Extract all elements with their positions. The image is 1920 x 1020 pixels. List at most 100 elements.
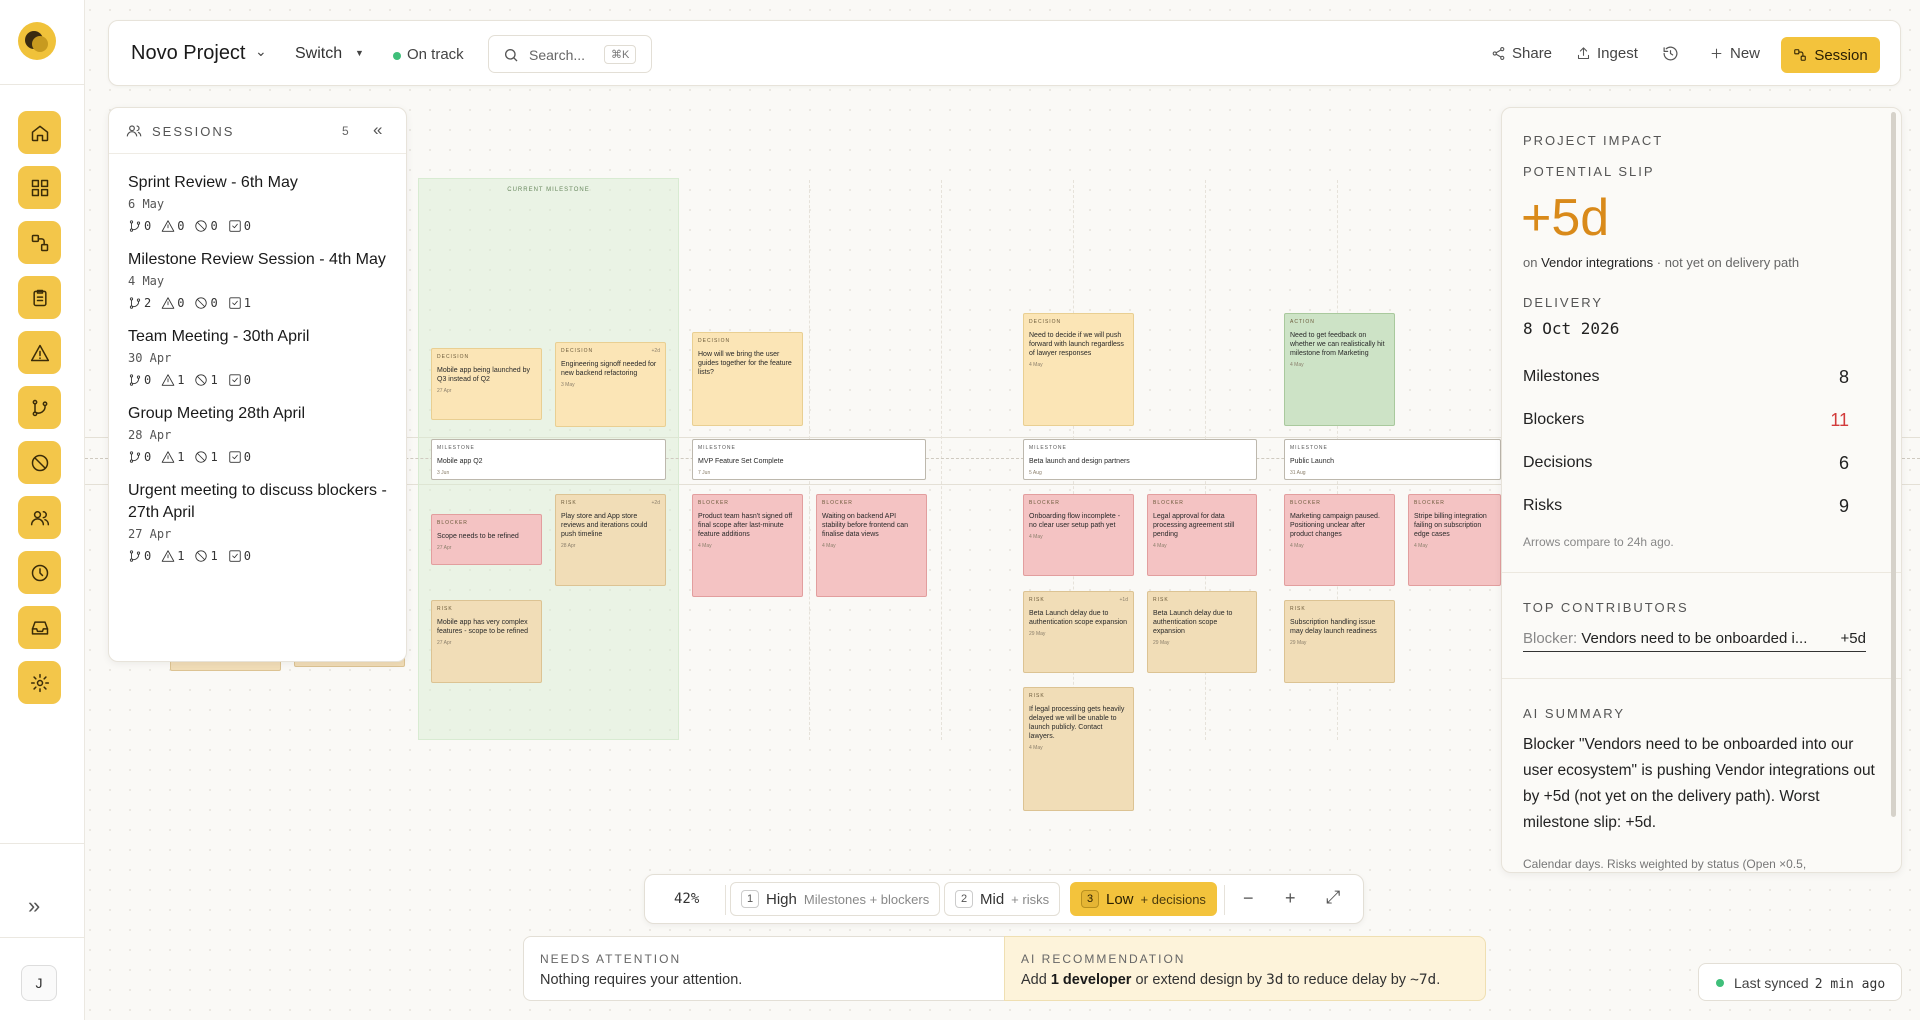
card-tag: RISK — [1029, 597, 1045, 603]
risk-card[interactable]: +1d RISK Beta Launch delay due to authen… — [1023, 591, 1134, 673]
search-shortcut: ⌘K — [604, 45, 637, 64]
share-button[interactable]: Share — [1491, 45, 1552, 62]
blocker-card[interactable]: BLOCKER Legal approval for data processi… — [1147, 494, 1257, 576]
session-item[interactable]: Sprint Review - 6th May 6 May 0 0 0 0 — [128, 172, 398, 233]
stat-risks[interactable]: Risks 9 — [1523, 496, 1849, 516]
rec-highlight: 3d — [1266, 972, 1284, 988]
milestone-card[interactable]: MILESTONE MVP Feature Set Complete 7 Jun — [692, 439, 926, 480]
people-icon[interactable] — [18, 496, 61, 539]
decision-card[interactable]: DECISION Mobile app being launched by Q3… — [431, 348, 542, 420]
blocker-card[interactable]: BLOCKER Waiting on backend API stability… — [816, 494, 927, 597]
risk-card[interactable]: +2d RISK Play store and App store review… — [555, 494, 666, 586]
card-date: 7 Jun — [698, 470, 711, 476]
card-text: Beta Launch delay due to authentication … — [1153, 610, 1233, 635]
left-rail: » J — [0, 0, 85, 1020]
card-date: 27 Apr — [437, 545, 452, 551]
history-icon[interactable] — [18, 551, 61, 594]
app-logo[interactable] — [18, 22, 56, 60]
rec-part: . — [1436, 972, 1441, 988]
ingest-button[interactable]: Ingest — [1576, 45, 1638, 62]
zoom-out-icon[interactable]: − — [1243, 888, 1254, 909]
card-tag: BLOCKER — [437, 520, 468, 526]
caret-down-icon[interactable]: ▼ — [355, 48, 364, 58]
rec-highlight: ~7d — [1410, 972, 1437, 988]
blocker-card[interactable]: BLOCKER Onboarding flow incomplete - no … — [1023, 494, 1134, 576]
new-label: New — [1730, 45, 1761, 62]
fit-view-icon[interactable]: ⤢ — [1326, 887, 1340, 908]
top-contributor[interactable]: Blocker: Vendors need to be onboarded i.… — [1523, 630, 1866, 652]
zoom-percent: 42% — [674, 891, 700, 907]
slip-target-name[interactable]: Vendor integrations — [1541, 255, 1653, 270]
zoom-in-icon[interactable]: + — [1285, 888, 1296, 909]
sessions-header: SESSIONS 5 « — [109, 108, 406, 154]
card-delta: +2d — [651, 348, 660, 354]
session-name: Milestone Review Session - 4th May — [128, 251, 386, 268]
action-card[interactable]: ACTION Need to get feedback on whether w… — [1284, 313, 1395, 426]
risk-card[interactable]: RISK Subscription handling issue may del… — [1284, 600, 1395, 683]
blocker-card[interactable]: BLOCKER Product team hasn't signed off f… — [692, 494, 803, 597]
search-box[interactable]: Search... ⌘K — [488, 35, 652, 73]
card-date: 3 May — [561, 382, 575, 388]
session-item[interactable]: Milestone Review Session - 4th May 4 May… — [128, 249, 398, 310]
risk-card[interactable]: RISK Beta Launch delay due to authentica… — [1147, 591, 1257, 673]
session-item[interactable]: Urgent meeting to discuss blockers - 27t… — [128, 480, 398, 563]
home-icon[interactable] — [18, 111, 61, 154]
decision-card[interactable]: +2d DECISION Engineering signoff needed … — [555, 342, 666, 427]
impact-scrollbar[interactable] — [1891, 112, 1896, 817]
search-placeholder[interactable]: Search... — [529, 47, 585, 63]
sessions-panel: SESSIONS 5 « Sprint Review - 6th May 6 M… — [108, 107, 407, 662]
risk-card[interactable]: RISK If legal processing gets heavily de… — [1023, 687, 1134, 811]
card-date: 3 Jun — [437, 470, 450, 476]
blocker-card[interactable]: BLOCKER Scope needs to be refined 27 Apr — [431, 514, 542, 565]
expand-sidebar-icon[interactable]: » — [28, 893, 40, 919]
workflow-icon[interactable] — [18, 221, 61, 264]
stat-decisions[interactable]: Decisions 6 — [1523, 453, 1849, 473]
blocker-card[interactable]: BLOCKER Stripe billing integration faili… — [1408, 494, 1501, 586]
ai-footnote: Calendar days. Risks weighted by status … — [1523, 857, 1807, 871]
dashboard-icon[interactable] — [18, 166, 61, 209]
branch-icon — [129, 550, 141, 562]
zoom-level-high[interactable]: 1 High Milestones + blockers — [730, 882, 941, 916]
switch-button[interactable]: Switch — [295, 45, 342, 63]
session-item[interactable]: Group Meeting 28th April 28 Apr 0 1 1 0 — [128, 403, 398, 464]
decision-card[interactable]: DECISION Need to decide if we will push … — [1023, 313, 1134, 426]
collapse-panel-icon[interactable]: « — [373, 120, 382, 140]
check-square-icon — [229, 451, 241, 463]
card-date: 4 May — [1414, 543, 1428, 549]
rail-divider — [0, 84, 85, 85]
blocker-card[interactable]: BLOCKER Marketing campaign paused. Posit… — [1284, 494, 1395, 586]
milestone-card[interactable]: MILESTONE Mobile app Q2 3 Jun — [431, 439, 666, 480]
project-name[interactable]: Novo Project — [131, 42, 246, 65]
ai-summary-caption: AI SUMMARY — [1523, 706, 1626, 721]
card-tag: MILESTONE — [1290, 445, 1328, 451]
session-date: 28 Apr — [128, 428, 172, 442]
level-sub: + decisions — [1140, 891, 1206, 907]
milestone-card[interactable]: MILESTONE Beta launch and design partner… — [1023, 439, 1257, 480]
new-button[interactable]: New — [1709, 45, 1760, 62]
ai-recommendation-panel[interactable]: AI RECOMMENDATION Add 1 developer or ext… — [1004, 936, 1486, 1001]
stat-milestones[interactable]: Milestones 8 — [1523, 367, 1849, 387]
inbox-icon[interactable] — [18, 606, 61, 649]
zoom-level-low[interactable]: 3 Low + decisions — [1070, 882, 1217, 916]
milestone-card[interactable]: MILESTONE Public Launch 31 Aug — [1284, 439, 1501, 480]
card-text: Need to decide if we will push forward w… — [1029, 332, 1124, 357]
user-avatar[interactable]: J — [21, 965, 57, 1001]
history-button[interactable] — [1662, 45, 1679, 62]
settings-icon[interactable] — [18, 661, 61, 704]
session-button[interactable]: Session — [1781, 37, 1880, 73]
git-branch-icon[interactable] — [18, 386, 61, 429]
chevron-down-icon[interactable]: ⌄ — [255, 43, 267, 60]
card-date: 4 May — [822, 543, 836, 549]
stat-blockers[interactable]: Blockers 11 — [1523, 410, 1849, 430]
zoom-level-mid[interactable]: 2 Mid + risks — [944, 882, 1061, 916]
alert-icon[interactable] — [18, 331, 61, 374]
decision-card[interactable]: DECISION How will we bring the user guid… — [692, 332, 803, 426]
level-label: Low — [1106, 890, 1134, 908]
session-date: 30 Apr — [128, 351, 172, 365]
clipboard-icon[interactable] — [18, 276, 61, 319]
session-item[interactable]: Team Meeting - 30th April 30 Apr 0 1 1 0 — [128, 326, 398, 387]
blocked-icon[interactable] — [18, 441, 61, 484]
decision-count: 0 — [243, 549, 251, 563]
risk-count: 0 — [177, 219, 185, 233]
risk-card[interactable]: RISK Mobile app has very complex feature… — [431, 600, 542, 683]
